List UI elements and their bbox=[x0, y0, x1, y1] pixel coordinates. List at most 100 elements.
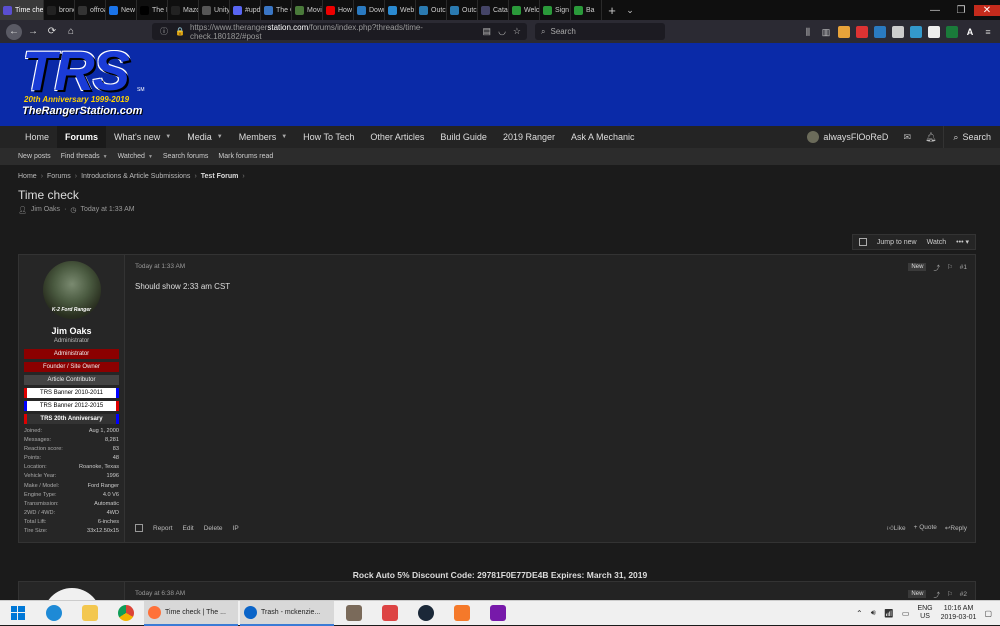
browser-tab[interactable]: The G bbox=[261, 0, 292, 20]
network-icon[interactable]: 📶︎ bbox=[884, 609, 894, 618]
nav-media[interactable]: Media ▼ bbox=[179, 126, 230, 148]
browser-tab[interactable]: Unity bbox=[199, 0, 230, 20]
reply-button[interactable]: ↩Reply bbox=[945, 524, 967, 532]
browser-tab[interactable]: #upda bbox=[230, 0, 261, 20]
caret-down-icon[interactable]: ▼ bbox=[281, 134, 287, 140]
bell-icon[interactable]: 🔔︎ bbox=[918, 132, 943, 143]
account-icon[interactable]: A bbox=[964, 26, 976, 38]
ip-link[interactable]: IP bbox=[233, 525, 239, 532]
report-link[interactable]: Report bbox=[153, 525, 173, 532]
browser-tab[interactable]: New t bbox=[106, 0, 137, 20]
nav-2019-ranger[interactable]: 2019 Ranger bbox=[495, 126, 563, 148]
post-time[interactable]: Today at 1:33 AM bbox=[135, 263, 185, 270]
new-tab-button[interactable]: + bbox=[602, 3, 622, 18]
reader-view-icon[interactable]: ▤ bbox=[483, 26, 492, 37]
breadcrumb-item[interactable]: Home bbox=[18, 173, 37, 180]
breadcrumb-item[interactable]: Introductions & Article Submissions bbox=[81, 173, 190, 180]
language-indicator[interactable]: ENG US bbox=[917, 605, 932, 621]
nav-members[interactable]: Members ▼ bbox=[231, 126, 295, 148]
user-menu[interactable]: alwaysFlOoReD bbox=[799, 131, 896, 143]
browser-tab[interactable]: bronco bbox=[44, 0, 75, 20]
share-icon[interactable]: ⤴ bbox=[933, 589, 940, 599]
post-username[interactable]: Jim Oaks bbox=[24, 326, 119, 336]
nav-home[interactable]: Home bbox=[17, 126, 57, 148]
promo-banner[interactable]: Rock Auto 5% Discount Code: 29781F0E77DE… bbox=[0, 570, 1000, 580]
subnav-watched[interactable]: Watched ▼ bbox=[118, 153, 153, 160]
browser-tab[interactable]: Sign i bbox=[540, 0, 571, 20]
inbox-icon[interactable]: ✉ bbox=[896, 132, 918, 143]
watch-button[interactable]: Watch bbox=[927, 239, 947, 246]
app-icon[interactable] bbox=[372, 601, 408, 626]
app-icon[interactable] bbox=[336, 601, 372, 626]
browser-tab[interactable]: Mazda B2 bbox=[168, 0, 199, 20]
like-button[interactable]: 👍︎Like bbox=[887, 524, 906, 532]
post-number[interactable]: #1 bbox=[960, 264, 967, 271]
volume-icon[interactable]: 🔊︎ bbox=[871, 608, 876, 618]
extension-icon[interactable] bbox=[928, 25, 940, 38]
steam-icon[interactable] bbox=[408, 601, 444, 626]
quote-button[interactable]: + Quote bbox=[914, 524, 937, 532]
extension-icon[interactable] bbox=[910, 25, 922, 38]
browser-search-input[interactable]: ⌕ Search bbox=[535, 23, 665, 40]
site-logo[interactable]: TRS SM 20th Anniversary 1999-2019 TheRan… bbox=[22, 43, 152, 123]
tray-up-arrow-icon[interactable]: ⌃ bbox=[856, 609, 863, 618]
browser-tab[interactable]: Outca bbox=[447, 0, 478, 20]
caret-down-icon[interactable]: ▼ bbox=[217, 134, 223, 140]
avatar[interactable]: K-2 Ford Ranger bbox=[42, 261, 101, 319]
close-window-icon[interactable]: ✕ bbox=[974, 4, 1000, 16]
url-bar[interactable]: ⓘ 🔒 https://www.therangerstation.com/for… bbox=[152, 23, 527, 41]
breadcrumb-item[interactable]: Test Forum bbox=[201, 173, 239, 180]
subnav-search-forums[interactable]: Search forums bbox=[163, 153, 209, 160]
minimize-icon[interactable]: — bbox=[922, 5, 948, 16]
lock-icon[interactable]: 🔒 bbox=[175, 27, 185, 36]
browser-tab[interactable]: The D bbox=[137, 0, 168, 20]
home-icon[interactable]: ⌂ bbox=[63, 24, 79, 40]
site-search-button[interactable]: ⌕ Search bbox=[943, 126, 1000, 148]
breadcrumb-item[interactable]: Forums bbox=[47, 173, 71, 180]
nav-what-s-new[interactable]: What's new ▼ bbox=[106, 126, 179, 148]
adblock-icon[interactable] bbox=[856, 25, 868, 38]
info-icon[interactable]: ⓘ bbox=[160, 26, 168, 37]
select-post-checkbox[interactable] bbox=[135, 524, 143, 532]
forward-icon[interactable]: → bbox=[25, 24, 41, 40]
tab-list-chevron-icon[interactable]: ⌄ bbox=[622, 5, 638, 16]
file-explorer-icon[interactable] bbox=[72, 601, 108, 626]
nav-how-to-tech[interactable]: How To Tech bbox=[295, 126, 362, 148]
maximize-icon[interactable]: ❐ bbox=[948, 5, 974, 16]
taskbar-window[interactable]: Trash - mckenzie... bbox=[240, 600, 334, 626]
extension-icon[interactable] bbox=[946, 25, 958, 38]
browser-tab[interactable]: offroad bbox=[75, 0, 106, 20]
select-checkbox[interactable] bbox=[858, 238, 867, 246]
nav-forums[interactable]: Forums bbox=[57, 126, 107, 148]
refresh-icon[interactable]: ⟳ bbox=[44, 24, 60, 40]
chrome-icon[interactable] bbox=[108, 601, 144, 626]
nav-ask-a-mechanic[interactable]: Ask A Mechanic bbox=[563, 126, 643, 148]
avatar[interactable] bbox=[42, 588, 101, 600]
nav-build-guide[interactable]: Build Guide bbox=[432, 126, 495, 148]
back-icon[interactable]: ← bbox=[6, 23, 22, 40]
subnav-mark-forums-read[interactable]: Mark forums read bbox=[218, 153, 273, 160]
subnav-new-posts[interactable]: New posts bbox=[18, 153, 51, 160]
taskbar-window[interactable]: Time check | The ... bbox=[144, 600, 238, 626]
thread-time[interactable]: Today at 1:33 AM bbox=[81, 206, 135, 214]
browser-tab[interactable]: Time check | The Ranger Station✕ bbox=[0, 0, 44, 20]
post-number[interactable]: #2 bbox=[960, 591, 967, 598]
notifications-icon[interactable]: ▢ bbox=[984, 609, 992, 618]
extension-icon[interactable] bbox=[892, 25, 904, 38]
caret-down-icon[interactable]: ▼ bbox=[165, 134, 171, 140]
onenote-icon[interactable] bbox=[480, 601, 516, 626]
thread-author[interactable]: Jim Oaks bbox=[31, 206, 60, 214]
blender-icon[interactable] bbox=[444, 601, 480, 626]
bookmark-star-icon[interactable]: ☆ bbox=[513, 26, 521, 37]
nav-other-articles[interactable]: Other Articles bbox=[362, 126, 432, 148]
bookmark-icon[interactable]: ⚐ bbox=[947, 590, 953, 598]
browser-tab[interactable]: Catalo bbox=[478, 0, 509, 20]
sidebar-icon[interactable]: ▥ bbox=[820, 26, 832, 38]
menu-icon[interactable]: ≡ bbox=[982, 26, 994, 38]
share-icon[interactable]: ⤴ bbox=[933, 262, 940, 272]
extension-icon[interactable] bbox=[874, 25, 886, 38]
more-options-button[interactable]: ••• ▾ bbox=[956, 238, 969, 246]
ie-icon[interactable] bbox=[36, 601, 72, 626]
browser-tab[interactable]: Ba bbox=[571, 0, 602, 20]
battery-icon[interactable]: ▭ bbox=[902, 609, 910, 618]
